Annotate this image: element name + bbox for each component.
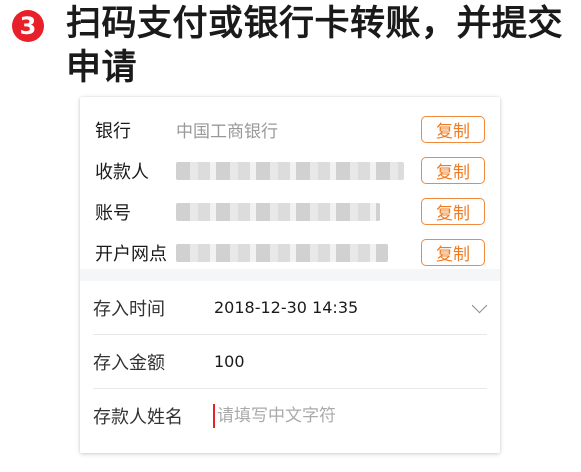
step-number-badge: 3 [12, 10, 44, 42]
bank-value: 中国工商银行 [176, 122, 278, 142]
branch-value-redacted [176, 243, 388, 262]
copy-branch-button[interactable]: 复制 [421, 239, 485, 266]
chevron-down-icon[interactable] [471, 297, 488, 314]
depositor-name-row: 存款人姓名 [93, 389, 487, 442]
account-row: 账号 复制 [80, 191, 500, 232]
payee-row: 收款人 复制 [80, 150, 500, 191]
account-label: 账号 [95, 202, 131, 224]
deposit-amount-row: 存入金额 100 [93, 335, 487, 389]
deposit-time-value[interactable]: 2018-12-30 14:35 [214, 298, 358, 317]
bank-row: 银行 中国工商银行 复制 [80, 109, 500, 150]
depositor-name-input[interactable] [214, 400, 477, 431]
bank-label: 银行 [95, 120, 131, 142]
transfer-card: 银行 中国工商银行 复制 收款人 复制 账号 复制 开户网点 复制 存入时间 2… [80, 97, 500, 453]
step-title: 扫码支付或银行卡转账，并提交申请 [66, 4, 564, 88]
copy-bank-button[interactable]: 复制 [421, 116, 485, 143]
depositor-name-label: 存款人姓名 [93, 406, 183, 428]
copy-account-button[interactable]: 复制 [421, 198, 485, 225]
payee-value-redacted [176, 161, 404, 180]
copy-payee-button[interactable]: 复制 [421, 157, 485, 184]
deposit-time-row[interactable]: 存入时间 2018-12-30 14:35 [93, 281, 488, 335]
deposit-time-label: 存入时间 [93, 298, 165, 320]
branch-label: 开户网点 [95, 243, 167, 265]
bank-info-section: 银行 中国工商银行 复制 收款人 复制 账号 复制 开户网点 复制 [80, 97, 500, 269]
deposit-amount-label: 存入金额 [93, 352, 165, 374]
payee-label: 收款人 [95, 161, 149, 183]
deposit-form: 存入时间 2018-12-30 14:35 存入金额 100 存款人姓名 [80, 281, 500, 442]
account-value-redacted [176, 202, 380, 221]
deposit-amount-value[interactable]: 100 [214, 352, 245, 371]
branch-row: 开户网点 复制 [80, 232, 500, 273]
